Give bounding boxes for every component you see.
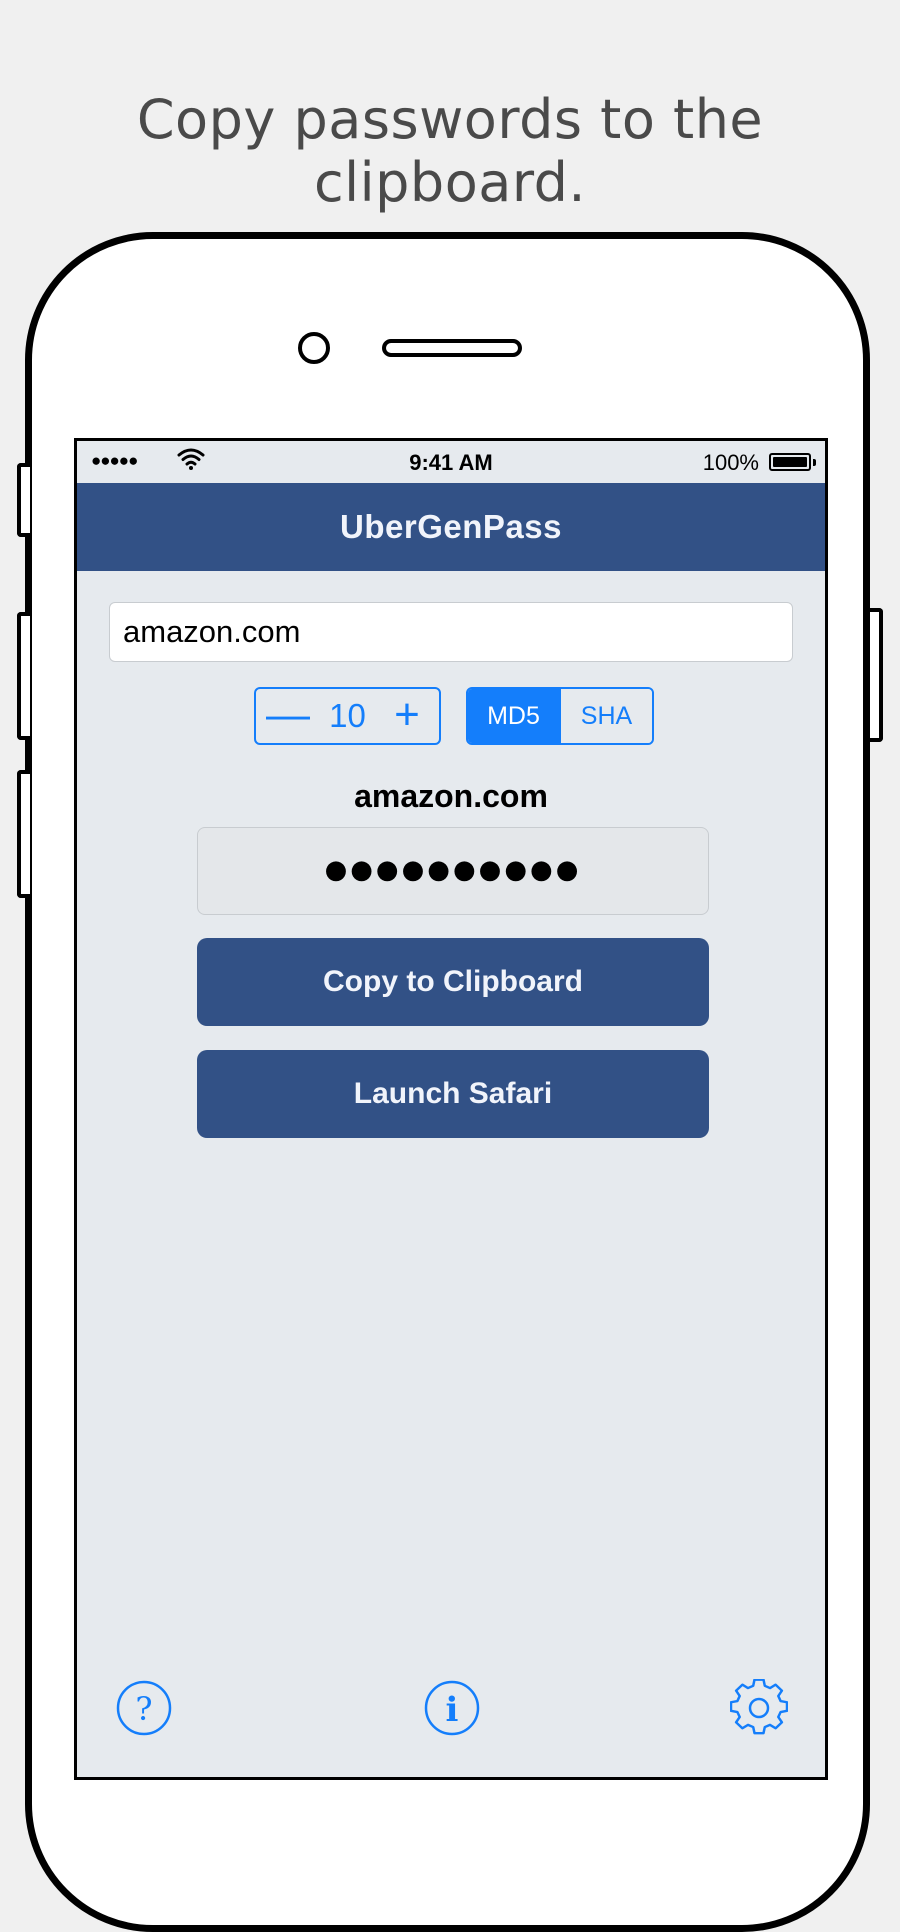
- result-domain-label: amazon.com: [354, 778, 548, 814]
- phone-screen: ●●●●● 9:41 AM 100% UberGenPass — 10 + MD…: [74, 438, 828, 1780]
- domain-input[interactable]: [109, 602, 793, 662]
- power-button: [870, 608, 883, 742]
- length-value: 10: [329, 697, 366, 734]
- svg-text:i: i: [446, 1690, 459, 1730]
- segment-md5[interactable]: MD5: [468, 689, 559, 743]
- copy-to-clipboard-button[interactable]: Copy to Clipboard: [197, 938, 709, 1026]
- front-camera: [298, 332, 330, 364]
- increment-button[interactable]: +: [377, 689, 437, 743]
- volume-down-button: [17, 770, 30, 898]
- svg-text:?: ?: [135, 1690, 152, 1728]
- decrement-button[interactable]: —: [258, 689, 318, 743]
- battery-icon: [769, 453, 811, 471]
- settings-gear-icon[interactable]: [729, 1678, 789, 1737]
- headline: Copy passwords to the clipboard.: [136, 88, 764, 214]
- earpiece-speaker: [382, 339, 522, 357]
- volume-up-button: [17, 612, 30, 740]
- battery-fill: [773, 457, 807, 467]
- info-icon[interactable]: i: [423, 1679, 481, 1737]
- generated-password-field[interactable]: ●●●●●●●●●●: [197, 827, 709, 915]
- battery-percentage: 100%: [702, 450, 759, 475]
- mute-switch: [17, 463, 30, 537]
- battery-tip: [813, 459, 816, 466]
- nav-bar-title: UberGenPass: [77, 483, 825, 571]
- launch-safari-button[interactable]: Launch Safari: [197, 1050, 709, 1138]
- segment-sha[interactable]: SHA: [559, 689, 652, 743]
- length-stepper: — 10 +: [254, 687, 441, 745]
- hash-algorithm-segmented-control: MD5 SHA: [466, 687, 654, 745]
- help-icon[interactable]: ?: [115, 1679, 173, 1737]
- status-bar: ●●●●● 9:41 AM 100%: [77, 441, 825, 483]
